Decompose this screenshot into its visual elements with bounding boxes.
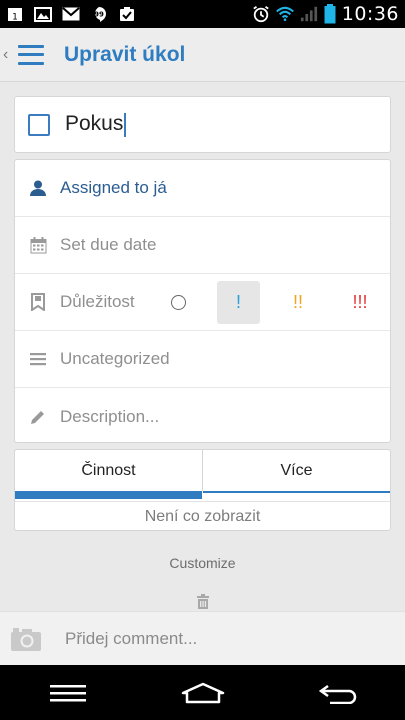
due-date-row[interactable]: Set due date — [15, 217, 390, 274]
gallery-icon — [34, 6, 52, 22]
category-row[interactable]: Uncategorized — [15, 331, 390, 388]
camera-icon[interactable] — [11, 627, 41, 651]
activity-tabs-card: Činnost Více Není co zobrazit — [14, 449, 391, 531]
menu-nav-icon[interactable] — [43, 673, 93, 713]
assignee-label: Assigned to já — [60, 178, 167, 197]
back-nav-icon[interactable] — [313, 673, 363, 713]
assignee-row[interactable]: Assigned to já — [15, 160, 390, 217]
task-title-card: Pokus — [14, 96, 391, 153]
description-placeholder: Description... — [60, 406, 160, 426]
pencil-icon — [29, 408, 47, 426]
tab-cinnost[interactable]: Činnost — [15, 450, 203, 499]
importance-row: Důležitost ! !! !!! — [15, 274, 390, 331]
calendar-icon: 1 — [6, 6, 24, 22]
page-title: Upravit úkol — [64, 42, 186, 66]
menu-icon[interactable] — [18, 43, 44, 67]
tab-underline — [203, 491, 390, 493]
priority-medium-button[interactable]: !! — [283, 281, 313, 324]
task-name-input[interactable]: Pokus — [65, 112, 127, 137]
list-icon — [29, 350, 47, 368]
back-chevron-icon[interactable]: ‹ — [3, 46, 15, 64]
svg-text:1: 1 — [12, 13, 18, 23]
gmail-icon — [62, 6, 80, 22]
empty-state-text: Není co zobrazit — [15, 501, 390, 531]
status-bar: 1 99 10:36 — [0, 0, 405, 28]
tab-cinnost-label: Činnost — [81, 461, 136, 479]
tab-bar: Činnost Více — [15, 450, 390, 499]
task-complete-checkbox[interactable] — [28, 113, 50, 136]
priority-high-button[interactable]: !!! — [345, 281, 375, 324]
alarm-icon — [252, 6, 270, 23]
wifi-icon — [275, 6, 294, 22]
priority-none-button[interactable] — [171, 295, 186, 310]
comment-bar — [0, 611, 405, 665]
task-icon — [118, 6, 136, 22]
description-row[interactable]: Description... — [15, 388, 390, 445]
tab-vice-label: Více — [280, 461, 313, 479]
battery-icon — [324, 4, 336, 24]
task-name-text: Pokus — [65, 112, 124, 136]
category-label: Uncategorized — [60, 349, 170, 368]
hangouts-icon: 99 — [90, 6, 108, 22]
calendar-icon — [29, 236, 47, 254]
signal-icon — [300, 6, 318, 22]
importance-label: Důležitost — [60, 292, 135, 311]
due-date-label: Set due date — [60, 235, 157, 254]
clock: 10:36 — [341, 3, 399, 25]
text-cursor — [124, 112, 127, 137]
task-properties-card: Assigned to já Set due date Důležitost !… — [14, 159, 391, 443]
app-bar: ‹ Upravit úkol — [0, 28, 405, 82]
home-nav-icon[interactable] — [178, 673, 228, 713]
trash-icon[interactable] — [195, 593, 211, 609]
svg-text:99: 99 — [94, 10, 104, 18]
priority-low-button[interactable]: ! — [217, 281, 260, 324]
tab-vice[interactable]: Více — [203, 450, 390, 493]
comment-input[interactable] — [65, 628, 365, 649]
customize-link[interactable]: Customize — [0, 555, 405, 571]
person-icon — [29, 179, 47, 197]
system-navigation-bar — [0, 665, 405, 720]
bookmark-icon — [29, 293, 47, 311]
active-tab-indicator — [15, 491, 202, 499]
